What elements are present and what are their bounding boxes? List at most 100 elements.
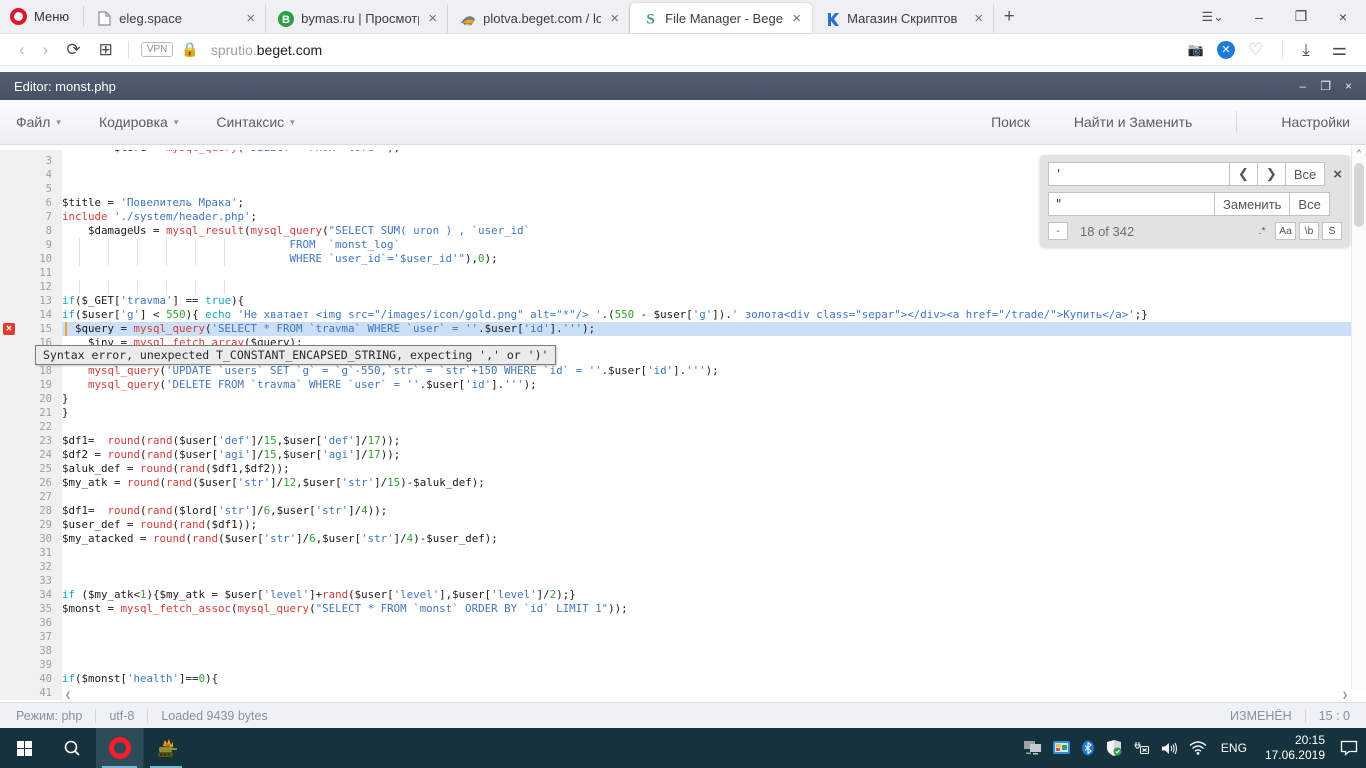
code-text[interactable]: $user_def = round(rand($df1)); bbox=[62, 518, 1366, 532]
find-panel-close-icon[interactable]: × bbox=[1333, 166, 1342, 183]
power-plug-icon[interactable] bbox=[1133, 728, 1150, 768]
code-text[interactable] bbox=[62, 280, 1366, 294]
code-text[interactable] bbox=[62, 644, 1366, 658]
code-line-24[interactable]: 24$df2 = round(rand($user['agi']/15,$use… bbox=[0, 448, 1366, 462]
find-all-button[interactable]: Все bbox=[1286, 162, 1325, 186]
code-line-33[interactable]: 33 bbox=[0, 574, 1366, 588]
tab-close-icon[interactable]: × bbox=[608, 10, 621, 27]
menu-file[interactable]: Файл▾ bbox=[16, 114, 61, 130]
editor-minimize-icon[interactable]: – bbox=[1300, 79, 1307, 93]
collapse-panel-button[interactable]: - bbox=[1048, 222, 1068, 240]
code-line-19[interactable]: 19 mysql_query('DELETE FROM `travma` WHE… bbox=[0, 378, 1366, 392]
code-text[interactable] bbox=[62, 560, 1366, 574]
code-text[interactable] bbox=[62, 630, 1366, 644]
taskbar-clock[interactable]: 20:15 17.06.2019 bbox=[1261, 733, 1329, 763]
window-close-button[interactable]: × bbox=[1326, 2, 1360, 32]
start-button[interactable] bbox=[0, 728, 48, 768]
speed-dial-icon[interactable]: ⊞ bbox=[90, 40, 122, 60]
snapshot-camera-icon[interactable]: 📷 bbox=[1179, 42, 1213, 58]
menu-encoding[interactable]: Кодировка▾ bbox=[99, 114, 178, 130]
code-text[interactable]: $df1= round(rand($lord['str']/6,$user['s… bbox=[62, 504, 1366, 518]
code-line-32[interactable]: 32 bbox=[0, 560, 1366, 574]
code-text[interactable]: $my_atk = round(rand($user['str']/12,$us… bbox=[62, 476, 1366, 490]
code-text[interactable]: $query = mysql_query('SELECT * FROM `tra… bbox=[62, 322, 1366, 336]
code-text[interactable]: if($_GET['travma'] == true){ bbox=[62, 294, 1366, 308]
code-text[interactable] bbox=[62, 616, 1366, 630]
menu-search[interactable]: Поиск bbox=[991, 114, 1030, 130]
code-text[interactable]: if ($my_atk<1){$my_atk = $user['level']+… bbox=[62, 588, 1366, 602]
code-line-15[interactable]: ✕15 $query = mysql_query('SELECT * FROM … bbox=[0, 322, 1366, 336]
replace-input[interactable] bbox=[1048, 192, 1215, 216]
language-indicator[interactable]: ENG bbox=[1218, 741, 1250, 755]
code-line-37[interactable]: 37 bbox=[0, 630, 1366, 644]
code-line-21[interactable]: 21} bbox=[0, 406, 1366, 420]
code-text[interactable]: if($user['g'] < 550){ echo 'Не хватает <… bbox=[62, 308, 1366, 322]
replace-button[interactable]: Заменить bbox=[1215, 192, 1290, 216]
taskbar-game-button[interactable] bbox=[144, 728, 188, 768]
code-line-12[interactable]: 12 bbox=[0, 280, 1366, 294]
editor-title-bar[interactable]: Editor: monst.php – ❐ × bbox=[0, 72, 1366, 100]
code-line-18[interactable]: 18 mysql_query('UPDATE `users` SET `g` =… bbox=[0, 364, 1366, 378]
code-line-23[interactable]: 23$df1= round(rand($user['def']/15,$user… bbox=[0, 434, 1366, 448]
bluetooth-icon[interactable] bbox=[1081, 728, 1095, 768]
tab-file-manager-active[interactable]: S File Manager - Beget × bbox=[630, 3, 812, 33]
code-text[interactable] bbox=[62, 546, 1366, 560]
vertical-scrollbar[interactable]: ⌃ bbox=[1351, 145, 1366, 689]
code-line-11[interactable]: 11 bbox=[0, 266, 1366, 280]
code-text[interactable]: mysql_query('DELETE FROM `travma` WHERE … bbox=[62, 378, 1366, 392]
case-option-button[interactable]: Aa bbox=[1275, 222, 1296, 240]
window-restore-button[interactable]: ❐ bbox=[1284, 2, 1318, 32]
regex-option-button[interactable]: .* bbox=[1252, 222, 1272, 240]
code-line-40[interactable]: 40if($monst['health']==0){ bbox=[0, 672, 1366, 686]
scroll-up-icon[interactable]: ⌃ bbox=[1352, 145, 1366, 159]
code-line-10[interactable]: 10 WHERE `user_id`='$user_id'"),0); bbox=[0, 252, 1366, 266]
editor-close-icon[interactable]: × bbox=[1345, 79, 1352, 93]
code-text[interactable] bbox=[62, 574, 1366, 588]
tab-menu-icon[interactable]: ☰⌄ bbox=[1191, 9, 1234, 25]
code-line-14[interactable]: 14if($user['g'] < 550){ echo 'Не хватает… bbox=[0, 308, 1366, 322]
code-line-28[interactable]: 28$df1= round(rand($lord['str']/6,$user[… bbox=[0, 504, 1366, 518]
tab-close-icon[interactable]: × bbox=[972, 10, 985, 27]
code-editor-area[interactable]: $lord = mysql_query("SELECT * FROM `lord… bbox=[0, 145, 1366, 702]
word-option-button[interactable]: \b bbox=[1299, 222, 1319, 240]
dual-monitor-icon[interactable] bbox=[1024, 728, 1042, 768]
opera-menu-button[interactable]: Меню bbox=[0, 6, 84, 27]
secure-lock-icon[interactable]: 🔒 bbox=[181, 41, 198, 58]
code-line-29[interactable]: 29$user_def = round(rand($df1)); bbox=[0, 518, 1366, 532]
code-line-25[interactable]: 25$aluk_def = round(rand($df1,$df2)); bbox=[0, 462, 1366, 476]
code-line-31[interactable]: 31 bbox=[0, 546, 1366, 560]
code-line-38[interactable]: 38 bbox=[0, 644, 1366, 658]
code-text[interactable] bbox=[62, 658, 1366, 672]
back-icon[interactable]: ‹ bbox=[10, 40, 34, 60]
error-marker-icon[interactable]: ✕ bbox=[3, 323, 15, 335]
code-text[interactable]: mysql_query('UPDATE `users` SET `g` = `g… bbox=[62, 364, 1366, 378]
window-minimize-button[interactable]: – bbox=[1242, 2, 1276, 32]
tab-close-icon[interactable]: × bbox=[244, 10, 257, 27]
url-field[interactable]: sprutio.beget.com bbox=[211, 42, 1179, 58]
code-text[interactable]: if($monst['health']==0){ bbox=[62, 672, 1366, 686]
menu-syntax[interactable]: Синтаксис▾ bbox=[216, 114, 294, 130]
downloads-icon[interactable]: ⤓ bbox=[1293, 40, 1319, 60]
code-line-22[interactable]: 22 bbox=[0, 420, 1366, 434]
code-line-39[interactable]: 39 bbox=[0, 658, 1366, 672]
reload-icon[interactable]: ⟳ bbox=[57, 40, 89, 60]
defender-shield-icon[interactable] bbox=[1106, 728, 1122, 768]
horizontal-scrollbar[interactable]: ❮ ❯ bbox=[62, 689, 1351, 702]
remote-desktop-icon[interactable] bbox=[1053, 728, 1070, 768]
find-prev-button[interactable]: ❮ bbox=[1230, 162, 1258, 186]
tab-script-shop[interactable]: Магазин Скриптов × bbox=[812, 4, 994, 33]
code-line-26[interactable]: 26$my_atk = round(rand($user['str']/12,$… bbox=[0, 476, 1366, 490]
code-text[interactable]: $aluk_def = round(rand($df1,$df2)); bbox=[62, 462, 1366, 476]
forward-icon[interactable]: › bbox=[34, 40, 58, 60]
code-text[interactable]: WHERE `user_id`='$user_id'"),0); bbox=[62, 252, 1366, 266]
scrollbar-thumb[interactable] bbox=[1354, 163, 1364, 227]
taskbar-search-button[interactable] bbox=[48, 728, 96, 768]
tab-close-icon[interactable]: × bbox=[426, 10, 439, 27]
find-next-button[interactable]: ❯ bbox=[1258, 162, 1286, 186]
action-center-icon[interactable] bbox=[1340, 728, 1358, 768]
menu-find-replace[interactable]: Найти и Заменить bbox=[1074, 114, 1192, 130]
code-line-30[interactable]: 30$my_atacked = round(rand($user['str']/… bbox=[0, 532, 1366, 546]
code-text[interactable]: } bbox=[62, 406, 1366, 420]
adblock-shield-icon[interactable]: ✕ bbox=[1217, 41, 1235, 59]
code-text[interactable]: $monst = mysql_fetch_assoc(mysql_query("… bbox=[62, 602, 1366, 616]
